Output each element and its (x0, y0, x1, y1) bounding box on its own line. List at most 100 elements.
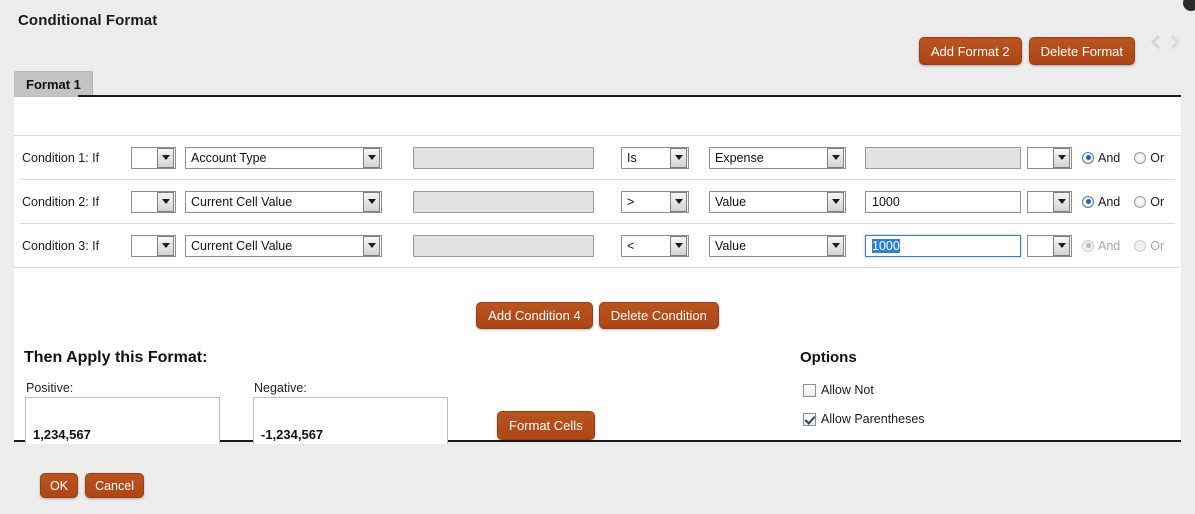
chevron-down-icon (670, 148, 687, 168)
close-icon[interactable] (1183, 0, 1195, 11)
condition-2-label: Condition 2: If (22, 195, 99, 209)
condition-1-close-paren-select[interactable] (1027, 147, 1072, 169)
chevron-down-icon (363, 236, 380, 256)
radio-dot-icon (1082, 152, 1094, 164)
chevron-down-icon (157, 236, 174, 256)
dialog-footer: OK Cancel (0, 444, 1195, 514)
condition-row-2: Condition 2: If Current Cell Value > Val… (14, 180, 1181, 223)
radio-dot-icon (1082, 196, 1094, 208)
conditions-area: Condition 1: If Account Type Is Expense (14, 97, 1181, 268)
condition-2-operator-value: > (622, 195, 670, 209)
cancel-button[interactable]: Cancel (85, 473, 144, 498)
delete-format-button[interactable]: Delete Format (1029, 37, 1135, 65)
condition-2-value-type-select[interactable]: Value (709, 191, 846, 213)
condition-1-open-paren-select[interactable] (131, 147, 176, 169)
chevron-down-icon (1053, 236, 1070, 256)
chevron-down-icon (827, 236, 844, 256)
format-actions-toolbar: Add Format 2 Delete Format (919, 37, 1135, 65)
allow-parentheses-label: Allow Parentheses (821, 412, 925, 426)
condition-1-and-radio[interactable]: And (1082, 151, 1120, 165)
condition-3-value-text: 1000 (872, 239, 900, 253)
chevron-down-icon (363, 148, 380, 168)
condition-2-or-radio[interactable]: Or (1134, 195, 1164, 209)
condition-3-logic-group: And Or (1082, 239, 1164, 253)
footer-buttons: OK Cancel (40, 473, 144, 498)
radio-dot-icon (1134, 152, 1146, 164)
condition-3-value-type-select[interactable]: Value (709, 235, 846, 257)
condition-3-value-type-value: Value (710, 239, 827, 253)
format-tabs: Format 1 (14, 71, 93, 97)
radio-dot-icon (1082, 240, 1094, 252)
condition-3-open-paren-select[interactable] (131, 235, 176, 257)
condition-1-field-select[interactable]: Account Type (185, 147, 382, 169)
tab-format-1[interactable]: Format 1 (14, 71, 93, 97)
condition-1-value-type-select[interactable]: Expense (709, 147, 846, 169)
condition-2-operator-select[interactable]: > (621, 191, 689, 213)
condition-2-value-input[interactable]: 1000 (865, 191, 1021, 213)
condition-1-label: Condition 1: If (22, 151, 99, 165)
chevron-down-icon (827, 192, 844, 212)
chevron-down-icon (157, 148, 174, 168)
add-condition-button[interactable]: Add Condition 4 (476, 302, 593, 329)
apply-format-heading: Then Apply this Format: (24, 349, 207, 367)
format-cells-button[interactable]: Format Cells (497, 411, 595, 440)
condition-3-operator-select[interactable]: < (621, 235, 689, 257)
condition-row-3: Condition 3: If Current Cell Value < Val… (14, 224, 1181, 267)
format-panel: Condition 1: If Account Type Is Expense (14, 97, 1181, 442)
chevron-down-icon (670, 192, 687, 212)
positive-preview-value: 1,234,567 (33, 427, 91, 442)
checkbox-icon (803, 413, 816, 426)
chevron-down-icon (1053, 148, 1070, 168)
condition-1-or-label: Or (1150, 151, 1164, 165)
condition-1-and-label: And (1098, 151, 1120, 165)
positive-preview-box[interactable]: 1,234,567 (25, 397, 220, 445)
condition-2-value-type-value: Value (710, 195, 827, 209)
delete-condition-button[interactable]: Delete Condition (599, 302, 719, 329)
condition-3-field-value: Current Cell Value (186, 239, 363, 253)
allow-not-checkbox-row[interactable]: Allow Not (803, 383, 874, 397)
condition-2-close-paren-select[interactable] (1027, 191, 1072, 213)
negative-label: Negative: (254, 381, 307, 395)
condition-1-operator-value: Is (622, 151, 670, 165)
condition-1-operator-select[interactable]: Is (621, 147, 689, 169)
condition-3-and-label: And (1098, 239, 1120, 253)
ok-button[interactable]: OK (40, 473, 78, 498)
chevron-left-icon[interactable] (1148, 32, 1165, 52)
condition-3-field-select[interactable]: Current Cell Value (185, 235, 382, 257)
condition-3-label: Condition 3: If (22, 239, 99, 253)
checkbox-icon (803, 384, 816, 397)
condition-3-or-radio: Or (1134, 239, 1164, 253)
condition-actions-toolbar: Add Condition 4 Delete Condition (14, 302, 1181, 329)
chevron-down-icon (363, 192, 380, 212)
condition-2-and-label: And (1098, 195, 1120, 209)
condition-2-field-input (413, 191, 594, 213)
condition-3-and-radio: And (1082, 239, 1120, 253)
allow-not-label: Allow Not (821, 383, 874, 397)
conditional-format-dialog: Conditional Format Add Format 2 Delete F… (0, 0, 1195, 514)
condition-2-and-radio[interactable]: And (1082, 195, 1120, 209)
condition-1-field-value: Account Type (186, 151, 363, 165)
chevron-down-icon (827, 148, 844, 168)
condition-3-close-paren-select[interactable] (1027, 235, 1072, 257)
condition-row-1: Condition 1: If Account Type Is Expense (14, 136, 1181, 179)
allow-parentheses-checkbox-row[interactable]: Allow Parentheses (803, 412, 925, 426)
radio-dot-icon (1134, 196, 1146, 208)
chevron-right-icon[interactable] (1166, 32, 1183, 52)
condition-1-value-type-value: Expense (710, 151, 827, 165)
negative-preview-box[interactable]: -1,234,567 (253, 397, 448, 445)
condition-1-or-radio[interactable]: Or (1134, 151, 1164, 165)
condition-1-field-input (413, 147, 594, 169)
chevron-down-icon (157, 192, 174, 212)
add-format-button[interactable]: Add Format 2 (919, 37, 1022, 65)
chevron-down-icon (670, 236, 687, 256)
condition-2-field-select[interactable]: Current Cell Value (185, 191, 382, 213)
format-cells-container: Format Cells (497, 411, 595, 440)
condition-2-open-paren-select[interactable] (131, 191, 176, 213)
condition-3-value-input[interactable]: 1000 (865, 235, 1021, 257)
condition-2-logic-group: And Or (1082, 195, 1164, 209)
negative-preview-value: -1,234,567 (261, 427, 323, 442)
condition-1-logic-group: And Or (1082, 151, 1164, 165)
positive-label: Positive: (26, 381, 73, 395)
condition-2-field-value: Current Cell Value (186, 195, 363, 209)
chevron-down-icon (1053, 192, 1070, 212)
